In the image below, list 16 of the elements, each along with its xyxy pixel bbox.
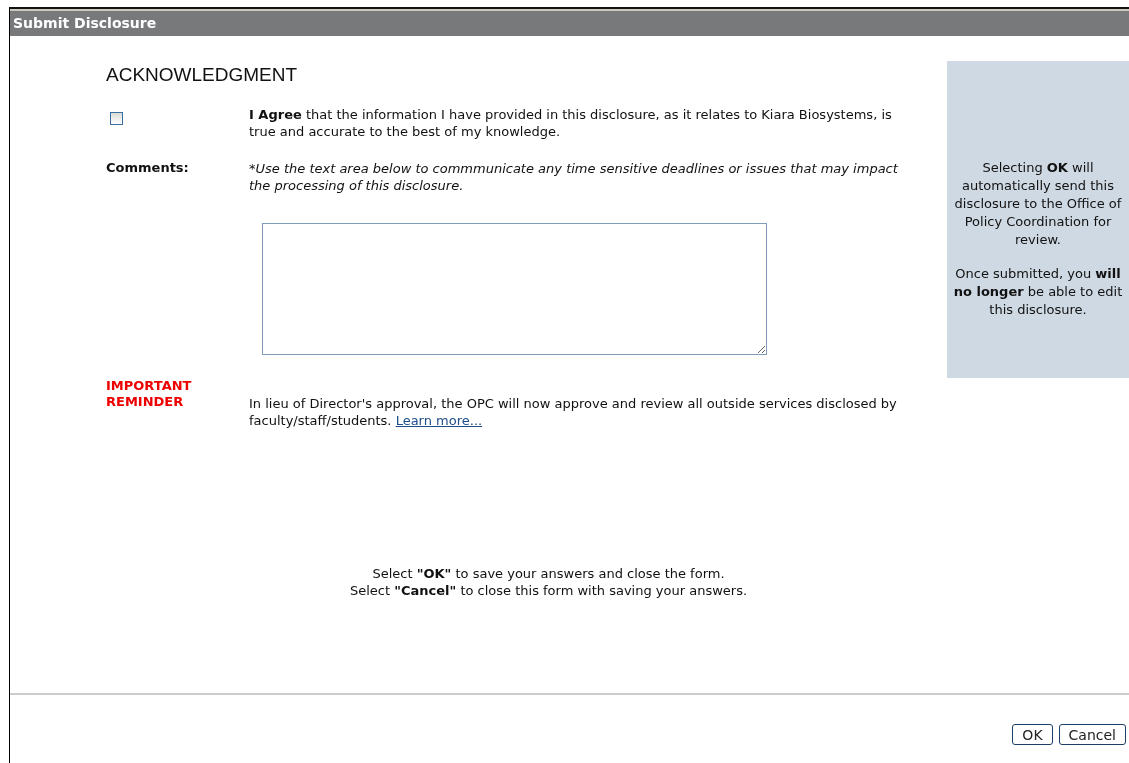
info-text: Once submitted, you will no longer be able to edit this disclosure. (952, 265, 1124, 319)
ok-button[interactable]: OK (1012, 724, 1053, 745)
reminder-text: In lieu of Director's approval, the OPC will now approve and review all outside services disclosed by faculty/staff/students. Learn more... (249, 395, 898, 429)
reminder-label: IMPORTANT REMINDER (106, 378, 193, 410)
agree-checkbox[interactable] (110, 112, 123, 125)
section-heading: ACKNOWLEDGMENT (106, 64, 298, 86)
comments-hint: *Use the text area below to commmunicate any time sensitive deadlines or issues that may impact the processing of this disclosure. (249, 160, 899, 194)
instruction-text: Select "OK" to save your answers and close the form. (372, 565, 725, 582)
cancel-button[interactable]: Cancel (1058, 724, 1126, 745)
agreement-text: I Agree that the information I have provided in this disclosure, as it relates to Kiara Biosystems, is true and accurate to the best of my knowledge. (249, 106, 893, 140)
comments-field[interactable] (262, 223, 767, 355)
instruction-text: Select "Cancel" to close this form with saving your answers. (349, 582, 748, 599)
info-text: Selecting OK will automatically send this disclosure to the Office of Policy Coordination for review. (953, 159, 1123, 249)
comments-label: Comments: (106, 160, 190, 175)
window-title: Submit Disclosure (13, 14, 157, 32)
learn-more-link[interactable]: Learn more... (395, 413, 483, 428)
